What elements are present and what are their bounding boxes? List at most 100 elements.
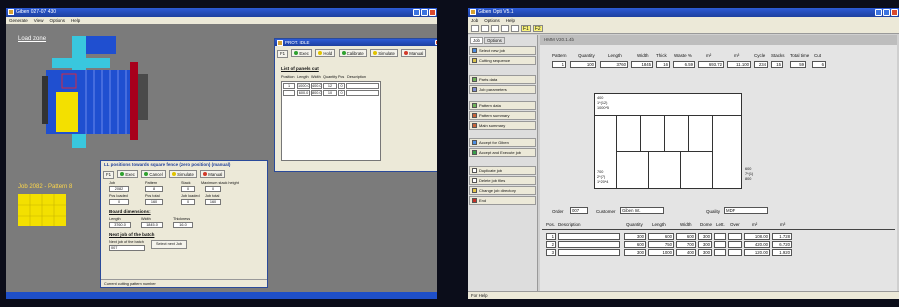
lett-cell[interactable] [714, 249, 726, 256]
close-icon[interactable] [435, 40, 437, 45]
left-screen: Giben 027-07 430 Generate View Options H… [6, 8, 437, 299]
job-loaded-label: Job loaded [181, 194, 200, 198]
over-cell[interactable] [728, 233, 742, 240]
exec-button[interactable]: Exec [117, 170, 138, 178]
sidebar-item-end[interactable]: End [469, 196, 536, 205]
quantity-cell[interactable]: 300 [624, 249, 646, 256]
minimize-icon[interactable] [413, 9, 420, 16]
manual-button[interactable]: Manual [200, 170, 226, 178]
sidebar-item-pattern-data[interactable]: Pattern data [469, 101, 536, 110]
f2-key[interactable]: F2 [532, 25, 543, 32]
maximize-icon[interactable] [883, 9, 890, 16]
lett-cell[interactable] [714, 241, 726, 248]
pos-cell[interactable]: 3 [546, 249, 556, 256]
description-cell[interactable] [558, 233, 620, 240]
sidebar-item-accept-and-execute[interactable]: Accept and Execute job [469, 148, 536, 157]
sidebar-item-job-parameters[interactable]: Job parameters [469, 85, 536, 94]
width-cell[interactable]: 600 [676, 233, 696, 240]
close-icon[interactable] [429, 9, 436, 16]
sidebar-item-delete-job-files[interactable]: Delete job files [469, 176, 536, 185]
table-cell: 12 [323, 83, 337, 89]
quantity-cell[interactable]: 100 [570, 61, 596, 68]
length-cell[interactable]: 600 [648, 233, 674, 240]
total-time-cell: 59 [790, 61, 806, 68]
pattern-field: 8 [145, 186, 163, 192]
menu-options[interactable]: Options [484, 17, 500, 24]
quantity-cell[interactable]: 600 [624, 241, 646, 248]
over-cell[interactable] [728, 249, 742, 256]
preview-panel [641, 116, 665, 152]
pos-cell[interactable]: 1 [546, 233, 556, 240]
save-icon[interactable] [491, 25, 499, 32]
simulate-icon [373, 51, 378, 55]
tab-job[interactable]: Job [470, 37, 483, 44]
sidebar-item-main-summary[interactable]: Main summary [469, 121, 536, 130]
description-cell[interactable] [558, 249, 620, 256]
pattern-cell[interactable]: 1 [552, 61, 566, 68]
dome-cell[interactable]: 300 [698, 233, 712, 240]
manual-icon [404, 51, 409, 55]
next-job-input[interactable]: 007 [109, 245, 145, 251]
open-icon[interactable] [481, 25, 489, 32]
exec-button[interactable]: Exec [291, 49, 312, 57]
quantity-cell[interactable]: 300 [624, 233, 646, 240]
new-icon[interactable] [471, 25, 479, 32]
th-stacks: Stacks [771, 53, 785, 58]
quality-field[interactable]: MDF [724, 207, 768, 214]
select-next-job-button[interactable]: Select next Job [151, 240, 187, 249]
cancel-button[interactable]: Cancel [141, 170, 166, 178]
sidebar-item-change-job-directory[interactable]: Change job directory [469, 186, 536, 195]
sidebar-item-cutting-sequence[interactable]: Cutting sequence [469, 56, 536, 65]
order-field[interactable]: 007 [570, 207, 588, 214]
maximize-icon[interactable] [421, 9, 428, 16]
over-cell[interactable] [728, 241, 742, 248]
dome-cell[interactable]: 300 [698, 249, 712, 256]
manual-button[interactable]: Manual [401, 49, 427, 57]
width-cell[interactable]: 1845 [631, 61, 653, 68]
length-cell[interactable]: 3760 [600, 61, 628, 68]
thick-cell[interactable]: 16 [656, 61, 670, 68]
th-pattern: Pattern [552, 53, 567, 58]
width-cell[interactable]: 700 [676, 241, 696, 248]
dialog-icon [277, 40, 283, 46]
table-divider [542, 229, 895, 230]
menu-help[interactable]: Help [71, 17, 80, 24]
sidebar-item-pattern-summary[interactable]: Pattern summary [469, 111, 536, 120]
simulate-button[interactable]: Simulate [169, 170, 197, 178]
length-cell[interactable]: 1000 [648, 249, 674, 256]
tab-options[interactable]: Options [484, 37, 505, 44]
f1-key[interactable]: F1 [521, 25, 531, 32]
close-icon[interactable] [891, 9, 898, 16]
pos-cell[interactable]: 2 [546, 241, 556, 248]
pcs-loaded-field: 0 [109, 199, 129, 205]
tab-f1[interactable]: F1 [277, 49, 289, 58]
simulate-icon [172, 172, 177, 176]
pattern-preview: 400 1*(12) 1000*5 700 2*(7) 1*20*4 [594, 93, 742, 189]
sidebar-item-parts-data[interactable]: Parts data [469, 75, 536, 84]
tab-f1[interactable]: F1 [103, 170, 115, 179]
sidebar-item-accept-for-giben[interactable]: Accept for Giben [469, 138, 536, 147]
calibrate-button[interactable]: Calibrate [338, 49, 367, 57]
sidebar-item-select-new-job[interactable]: Select new job [469, 46, 536, 55]
print-icon[interactable] [501, 25, 509, 32]
menu-generate[interactable]: Generate [9, 17, 28, 24]
hold-button[interactable]: Hold [315, 49, 336, 57]
simulate-button[interactable]: Simulate [370, 49, 398, 57]
dome-cell[interactable]: 300 [698, 241, 712, 248]
preview-label: 1*(12) [597, 101, 608, 105]
preview-panel [617, 116, 641, 152]
lett-cell[interactable] [714, 233, 726, 240]
length-cell[interactable]: 750 [648, 241, 674, 248]
description-cell[interactable] [558, 241, 620, 248]
sidebar-item-duplicate-job[interactable]: Duplicate job [469, 166, 536, 175]
customer-field[interactable]: Giben Int. [620, 207, 664, 214]
delete-icon[interactable] [511, 25, 519, 32]
menu-job[interactable]: Job [471, 17, 478, 24]
menu-view[interactable]: View [34, 17, 44, 24]
pattern-icon [472, 103, 477, 108]
width-cell[interactable]: 400 [676, 249, 696, 256]
menu-help[interactable]: Help [506, 17, 515, 24]
cut-list-heading: List of panels cut [281, 66, 319, 71]
minimize-icon[interactable] [875, 9, 882, 16]
menu-options[interactable]: Options [49, 17, 65, 24]
